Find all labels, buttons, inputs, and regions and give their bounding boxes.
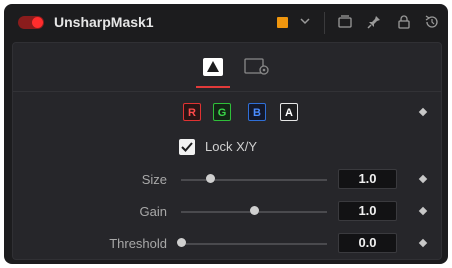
inspector-body: R G B A Lock X/Y Size 1.0 Gain 1.0 Thres… — [12, 42, 442, 260]
size-slider-thumb[interactable] — [205, 174, 215, 183]
threshold-label: Threshold — [109, 236, 167, 251]
inspector-panel: UnsharpMask1 R G B A Lock X/Y Size 1.0 G… — [4, 4, 448, 264]
inspector-tabs — [13, 43, 441, 92]
channel-r-button[interactable]: R — [183, 103, 201, 121]
threshold-keyframe-diamond-icon[interactable] — [418, 238, 428, 248]
active-tab-indicator — [196, 86, 230, 88]
gain-keyframe-diamond-icon[interactable] — [418, 206, 428, 216]
node-header: UnsharpMask1 — [4, 4, 448, 42]
node-color-swatch[interactable] — [277, 17, 288, 28]
gain-slider-thumb[interactable] — [249, 206, 259, 215]
lock-icon[interactable] — [396, 14, 412, 30]
size-label: Size — [141, 172, 167, 187]
reset-icon[interactable] — [424, 14, 440, 30]
size-keyframe-diamond-icon[interactable] — [418, 174, 428, 184]
lock-xy-label: Lock X/Y — [205, 139, 258, 154]
pin-icon[interactable] — [366, 14, 382, 30]
toggle-knob — [32, 17, 43, 28]
channel-g-button[interactable]: G — [213, 103, 231, 121]
chevron-down-icon[interactable] — [298, 14, 312, 28]
node-title[interactable]: UnsharpMask1 — [54, 14, 154, 30]
threshold-slider-track[interactable] — [181, 243, 327, 245]
gain-label: Gain — [139, 204, 167, 219]
channel-a-button[interactable]: A — [280, 103, 298, 121]
versions-icon[interactable] — [337, 14, 353, 30]
channels-keyframe-diamond-icon[interactable] — [418, 107, 428, 117]
threshold-value-field[interactable]: 0.0 — [338, 233, 397, 253]
tab-settings[interactable] — [243, 55, 271, 79]
lock-xy-checkbox[interactable] — [179, 139, 195, 155]
settings-icon — [244, 58, 269, 75]
channel-b-button[interactable]: B — [248, 103, 266, 121]
header-divider — [324, 12, 325, 34]
tab-controls[interactable] — [196, 53, 230, 83]
size-slider-track[interactable] — [181, 179, 327, 181]
gain-value-field[interactable]: 1.0 — [338, 201, 397, 221]
check-icon — [181, 142, 193, 152]
size-value-field[interactable]: 1.0 — [338, 169, 397, 189]
triangle-icon — [203, 58, 223, 76]
node-enable-toggle[interactable] — [18, 16, 44, 29]
threshold-slider-thumb[interactable] — [176, 238, 186, 247]
